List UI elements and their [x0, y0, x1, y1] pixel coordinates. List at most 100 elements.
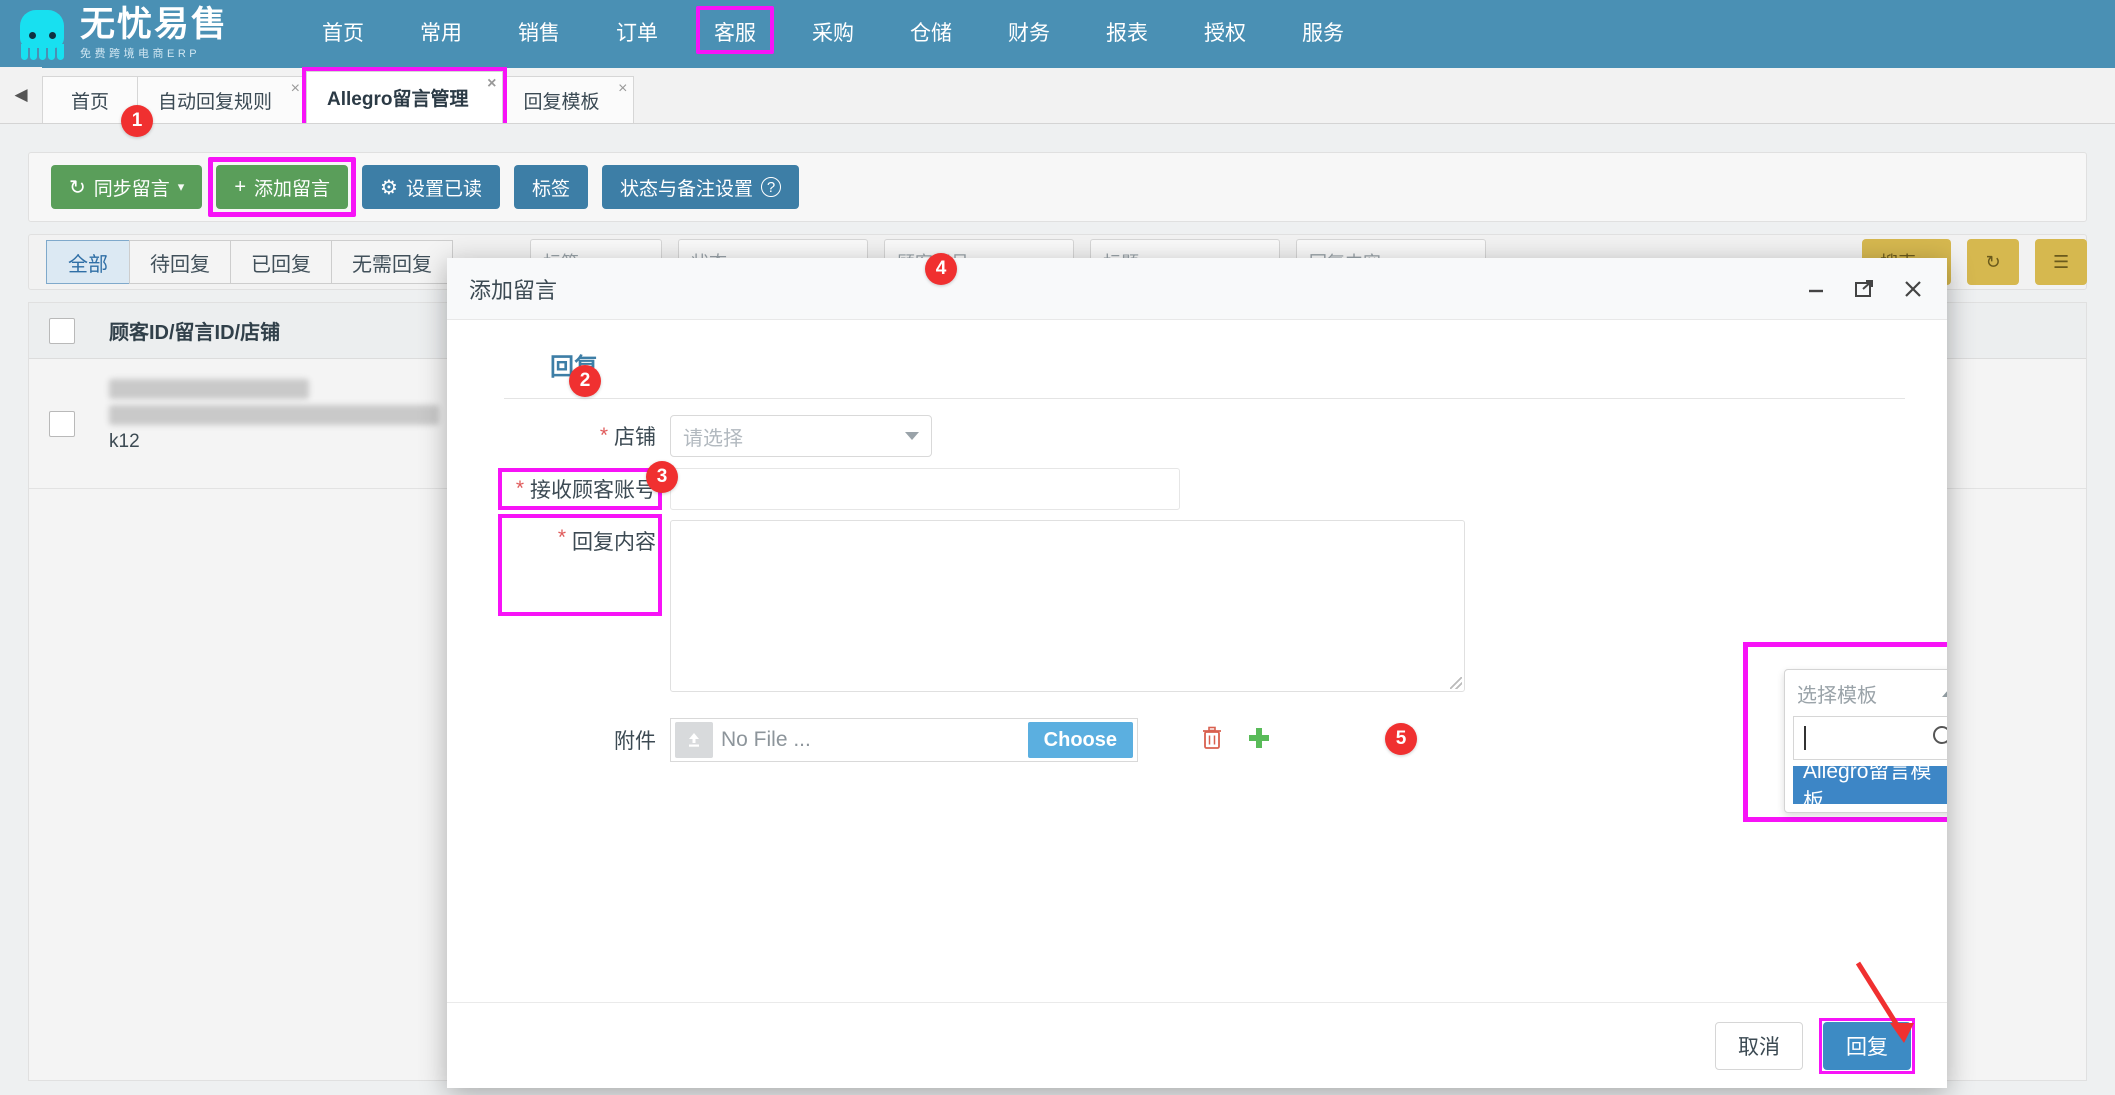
- account-input[interactable]: [670, 468, 1180, 510]
- choose-file-button[interactable]: Choose: [1027, 722, 1133, 758]
- plus-icon: +: [234, 175, 246, 198]
- nav-item-list: 首页 常用 销售 订单 客服 采购 仓储 财务 报表 授权 服务: [294, 0, 1372, 68]
- tab-label: 回复模板: [523, 91, 600, 113]
- nav-item-6[interactable]: 仓储: [882, 0, 980, 68]
- reply-submit-button[interactable]: 回复: [1819, 1017, 1915, 1074]
- nav-item-7[interactable]: 财务: [980, 0, 1078, 68]
- attachment-file-control[interactable]: No File ... Choose: [670, 718, 1138, 762]
- plus-icon[interactable]: [1246, 725, 1272, 756]
- close-icon[interactable]: [1901, 277, 1925, 301]
- select-all-checkbox[interactable]: [49, 317, 75, 344]
- sync-icon: ↻: [69, 176, 86, 199]
- top-navigation-bar: 无忧易售 免费跨境电商ERP 首页 常用 销售 订单 客服 采购 仓储 财务 报表 授权 服务: [0, 0, 2115, 68]
- filter-pill-3[interactable]: 无需回复: [331, 240, 453, 284]
- tab-close-icon[interactable]: ×: [291, 80, 300, 98]
- nav-item-2[interactable]: 销售: [490, 0, 588, 68]
- add-message-dialog: 添加留言 回复 * 店铺 请选择 * 接收顾客账号 * 回复内容 附件 No F…: [447, 258, 1947, 1088]
- toolbar-button-group: ↻ 同步留言 ▾ + 添加留言 ⚙ 设置已读 标签 状态与备注设置?: [51, 157, 799, 217]
- section-divider: [504, 398, 1905, 399]
- reset-button[interactable]: ↻: [1967, 239, 2019, 285]
- template-search-input[interactable]: [1793, 716, 1947, 760]
- shop-label-text: 店铺: [614, 426, 656, 449]
- select-all-checkbox-cell[interactable]: [29, 317, 95, 344]
- tab-2[interactable]: Allegro留言管理 ×: [302, 67, 508, 123]
- action-toolbar: ↻ 同步留言 ▾ + 添加留言 ⚙ 设置已读 标签 状态与备注设置?: [28, 152, 2087, 222]
- cell-customer: k12: [95, 359, 475, 488]
- row-checkbox[interactable]: [49, 410, 75, 437]
- content-label-text: 回复内容: [572, 531, 656, 554]
- template-select-value: 选择模板: [1797, 684, 1877, 707]
- chevron-left-icon[interactable]: ◀: [0, 67, 42, 123]
- shop-name: k12: [109, 431, 140, 452]
- required-asterisk: *: [599, 424, 608, 447]
- more-options-button[interactable]: ☰: [2035, 239, 2087, 285]
- field-row-account: * 接收顾客账号: [498, 468, 1884, 510]
- toolbar-button-label: 标签: [531, 178, 570, 200]
- account-label: * 接收顾客账号: [498, 468, 662, 510]
- more-icon: ☰: [2052, 251, 2070, 272]
- filter-pill-1[interactable]: 待回复: [129, 240, 231, 284]
- step-badge-4: 4: [925, 253, 957, 285]
- tab-close-icon[interactable]: ×: [618, 80, 627, 98]
- nav-item-0[interactable]: 首页: [294, 0, 392, 68]
- column-header-customer[interactable]: 顾客ID/留言ID/店铺: [95, 316, 475, 345]
- gear-icon: ⚙: [380, 176, 398, 199]
- tab-close-icon[interactable]: ×: [487, 75, 496, 93]
- nav-item-9[interactable]: 授权: [1176, 0, 1274, 68]
- minimize-icon[interactable]: [1805, 278, 1827, 300]
- content-textarea[interactable]: [670, 520, 1465, 692]
- nav-item-1[interactable]: 常用: [392, 0, 490, 68]
- filter-pill-0[interactable]: 全部: [46, 240, 130, 284]
- cancel-button[interactable]: 取消: [1715, 1021, 1803, 1070]
- toolbar-button-label: 设置已读: [405, 178, 482, 200]
- filter-pill-group: 全部 待回复 已回复 无需回复: [46, 240, 453, 284]
- trash-icon[interactable]: [1200, 725, 1224, 756]
- nav-item-5[interactable]: 采购: [784, 0, 882, 68]
- upload-icon: [675, 722, 713, 758]
- tab-1[interactable]: 自动回复规则 ×: [137, 76, 308, 123]
- shop-select[interactable]: 请选择: [670, 415, 932, 457]
- step-badge-3: 3: [646, 461, 678, 493]
- field-row-attachment: 附件 No File ... Choose: [504, 718, 1272, 762]
- octopus-logo-icon: [14, 6, 72, 62]
- nav-item-4[interactable]: 客服: [686, 0, 784, 68]
- brand-title: 无忧易售: [80, 5, 229, 44]
- dialog-title: 添加留言: [469, 277, 558, 303]
- field-row-shop: * 店铺 请选择: [504, 415, 932, 457]
- brand-logo[interactable]: 无忧易售 免费跨境电商ERP: [14, 6, 264, 62]
- toolbar-button-3[interactable]: 标签: [513, 165, 588, 209]
- filter-pill-2[interactable]: 已回复: [230, 240, 332, 284]
- help-icon[interactable]: ?: [761, 177, 781, 197]
- template-option-item[interactable]: Allegro留言模板: [1793, 760, 1947, 813]
- tab-label: 首页: [70, 91, 109, 113]
- tab-label: Allegro留言管理: [327, 89, 469, 110]
- required-asterisk: *: [557, 526, 566, 549]
- nav-item-10[interactable]: 服务: [1274, 0, 1372, 68]
- toolbar-button-label: 添加留言: [254, 178, 331, 200]
- expand-icon[interactable]: [1853, 278, 1875, 300]
- toolbar-button-4[interactable]: 状态与备注设置?: [601, 165, 799, 209]
- search-icon: [1933, 726, 1947, 744]
- toolbar-button-2[interactable]: ⚙ 设置已读: [362, 165, 500, 209]
- account-label-text: 接收顾客账号: [530, 479, 656, 502]
- tab-3[interactable]: 回复模板 ×: [502, 76, 635, 123]
- nav-item-8[interactable]: 报表: [1078, 0, 1176, 68]
- masked-message-id: [109, 405, 439, 425]
- toolbar-button-label: 状态与备注设置: [619, 178, 753, 200]
- toolbar-button-0[interactable]: ↻ 同步留言 ▾: [51, 165, 203, 209]
- step-badge-2: 2: [569, 365, 601, 397]
- tab-bar: ◀ 首页 自动回复规则 × Allegro留言管理 × 回复模板 ×: [0, 67, 2115, 124]
- row-checkbox-cell[interactable]: [29, 359, 95, 488]
- template-select-header[interactable]: 选择模板: [1785, 670, 1947, 716]
- dialog-footer: 取消 回复: [447, 1002, 1947, 1088]
- toolbar-button-1[interactable]: + 添加留言: [208, 157, 356, 217]
- template-select-dropdown[interactable]: 选择模板 Allegro留言模板: [1784, 669, 1947, 813]
- resize-handle-icon[interactable]: [1450, 677, 1462, 689]
- masked-customer-id: [109, 379, 309, 399]
- content-label: * 回复内容: [498, 514, 662, 616]
- shop-label: * 店铺: [504, 421, 656, 451]
- toolbar-button-label: 同步留言: [93, 178, 170, 200]
- app-root: 无忧易售 免费跨境电商ERP 首页 常用 销售 订单 客服 采购 仓储 财务 报表 授权 服务 ◀ …: [0, 0, 2115, 1095]
- attachment-label: 附件: [614, 730, 656, 753]
- nav-item-3[interactable]: 订单: [588, 0, 686, 68]
